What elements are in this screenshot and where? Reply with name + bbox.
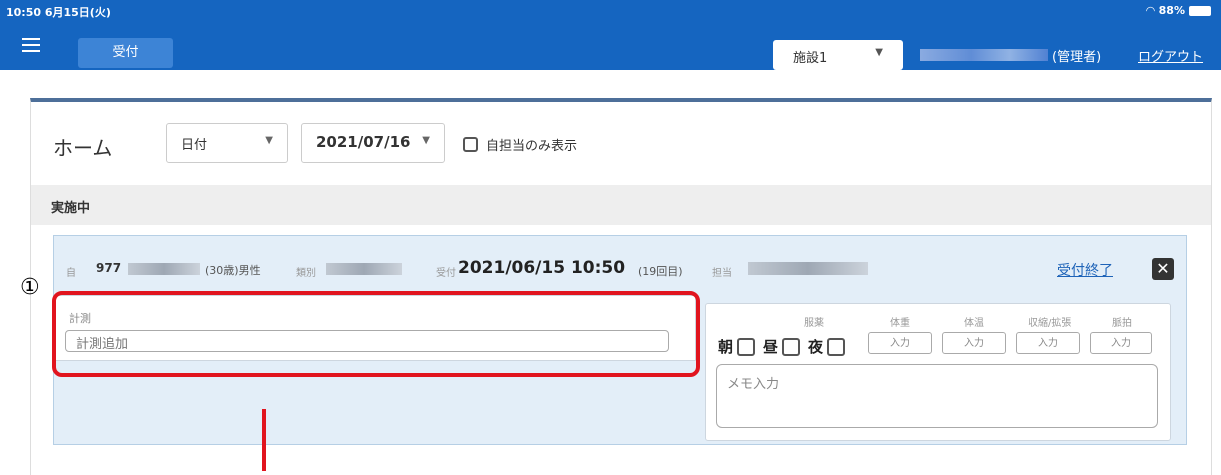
wifi-icon: ◠ [1146, 4, 1155, 17]
own-only-label: 自担当のみ表示 [486, 139, 578, 154]
vitals-panel: 服薬 朝 昼 夜 体重 入力 体温 入力 収縮/拡張 入力 脈拍 入力 メモ入力 [705, 303, 1171, 441]
reception-datetime: 2021/06/15 10:50 [458, 258, 626, 278]
battery-icon [1189, 5, 1211, 16]
temperature-caption: 体温 [964, 318, 984, 329]
self-tag: 自 [66, 268, 76, 279]
memo-placeholder: メモ入力 [727, 377, 780, 392]
section-header: 実施中 [31, 185, 1211, 225]
clock: 10:50 6月15日(火) [6, 6, 111, 19]
charge-redacted [748, 262, 868, 275]
facility-select[interactable]: 施設1 ▼ [773, 40, 903, 70]
page-title: ホーム [53, 136, 113, 160]
weight-caption: 体重 [890, 318, 910, 329]
weight-input-button[interactable]: 入力 [868, 332, 932, 354]
annotation-number: ① [20, 275, 40, 300]
charge-caption: 担当 [712, 268, 732, 279]
logout-link[interactable]: ログアウト [1138, 46, 1203, 65]
noon-checkbox[interactable] [782, 337, 801, 356]
chevron-down-icon: ▼ [265, 135, 273, 146]
checkbox-icon[interactable] [463, 137, 478, 152]
temperature-input-button[interactable]: 入力 [942, 332, 1006, 354]
patient-header-row: 自 977 (30歳)男性 類別 受付 2021/06/15 10:50 (19… [54, 258, 1186, 282]
chevron-down-icon: ▼ [422, 135, 430, 146]
menu-icon[interactable] [22, 38, 40, 52]
app-bar: 受付 施設1 ▼ (管理者) ログアウト [0, 22, 1221, 70]
pulse-caption: 脈拍 [1112, 318, 1132, 329]
filter-select[interactable]: 日付 ▼ [166, 123, 288, 163]
annotation-pointer-line [262, 409, 266, 471]
pulse-input-button[interactable]: 入力 [1090, 332, 1152, 354]
medication-checkboxes: 朝 昼 夜 [718, 336, 849, 357]
own-only-checkbox[interactable]: 自担当のみ表示 [463, 135, 577, 154]
date-select[interactable]: 2021/07/16 ▼ [301, 123, 445, 163]
section-title: 実施中 [51, 201, 91, 216]
blood-pressure-input-button[interactable]: 入力 [1016, 332, 1080, 354]
blood-pressure-caption: 収縮/拡張 [1028, 318, 1072, 329]
reception-button[interactable]: 受付 [78, 38, 173, 68]
battery-indicator: ◠ 88% [1146, 4, 1211, 17]
status-bar: 10:50 6月15日(火) ◠ 88% [0, 0, 1221, 22]
close-button[interactable]: ✕ [1152, 258, 1174, 280]
night-checkbox[interactable] [827, 337, 846, 356]
patient-age-sex: (30歳)男性 [205, 264, 261, 277]
category-caption: 類別 [296, 268, 316, 279]
battery-percent: 88% [1158, 4, 1185, 17]
user-name-redacted [920, 49, 1048, 61]
annotation-highlight-box [52, 291, 700, 377]
morning-checkbox[interactable] [737, 337, 756, 356]
patient-name-redacted [128, 263, 200, 275]
night-label: 夜 [808, 338, 824, 356]
reception-caption: 受付 [436, 268, 456, 279]
end-reception-link[interactable]: 受付終了 [1057, 260, 1113, 280]
filter-select-value: 日付 [181, 138, 208, 153]
morning-label: 朝 [718, 338, 734, 356]
chevron-down-icon: ▼ [875, 47, 883, 58]
visit-count: (19回目) [638, 265, 683, 278]
medication-caption: 服薬 [804, 318, 824, 329]
facility-select-value: 施設1 [793, 51, 828, 66]
user-role: (管理者) [1052, 50, 1102, 65]
date-select-value: 2021/07/16 [316, 133, 411, 151]
memo-input[interactable]: メモ入力 [716, 364, 1158, 428]
category-redacted [326, 263, 402, 275]
noon-label: 昼 [763, 338, 779, 356]
patient-number: 977 [96, 261, 122, 275]
